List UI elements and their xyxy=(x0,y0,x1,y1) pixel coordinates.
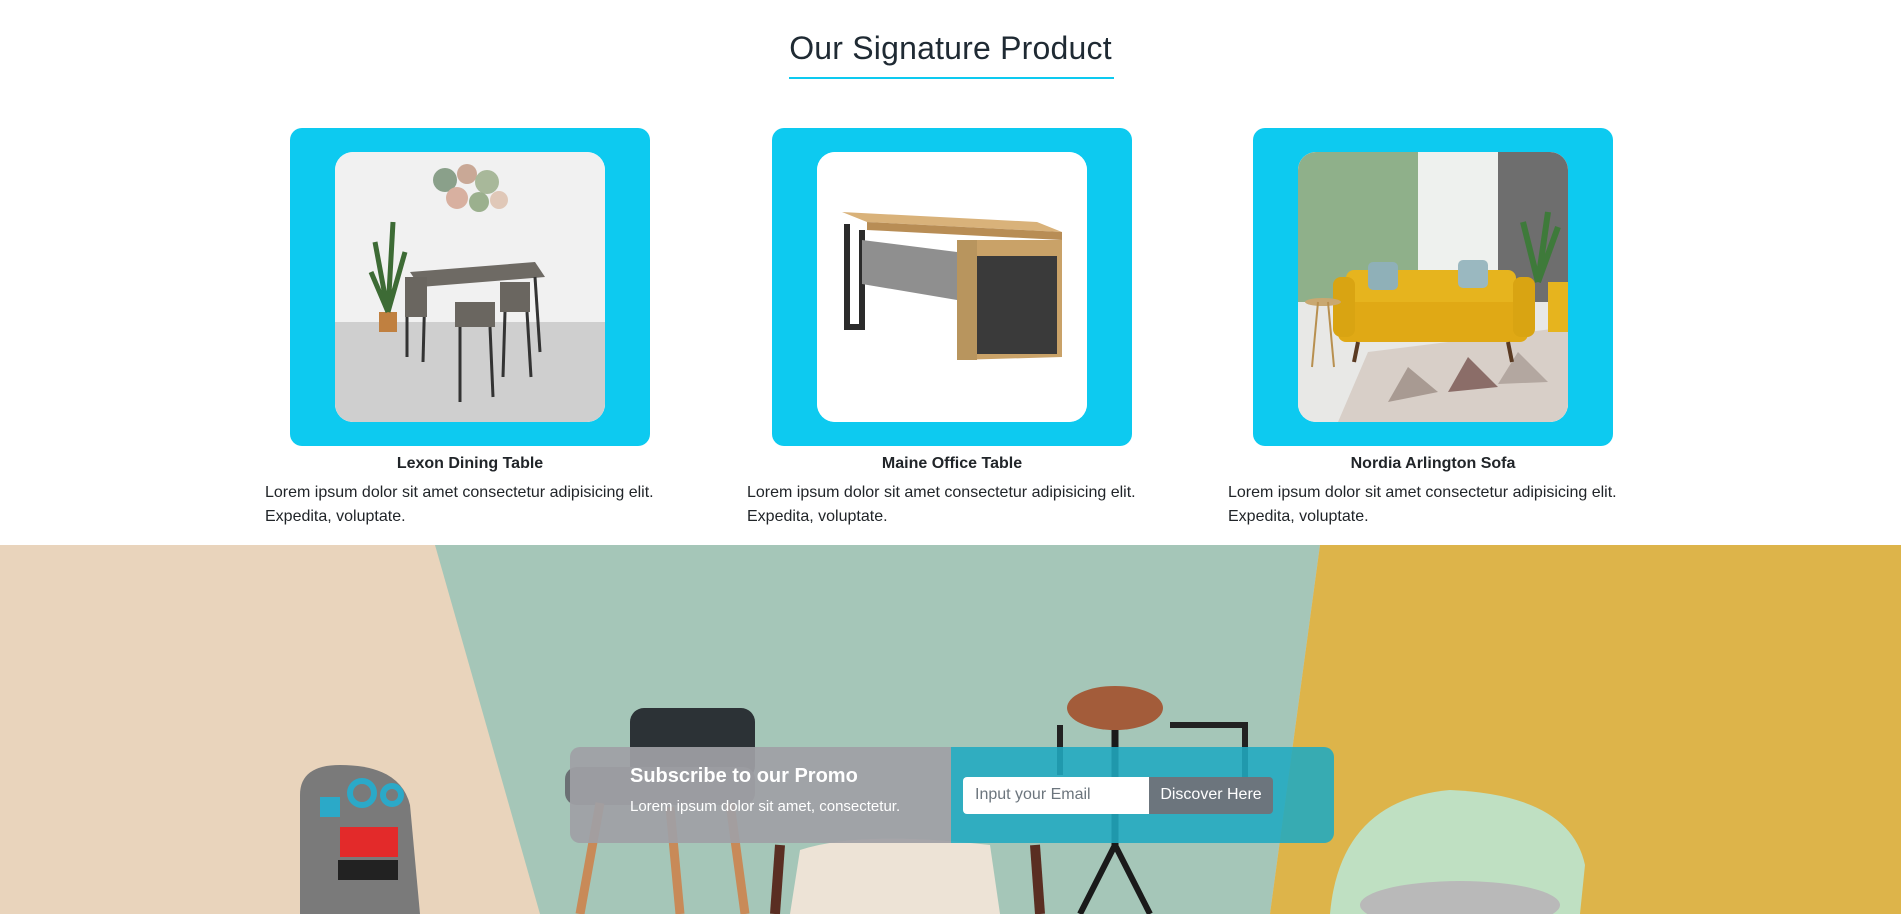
product-description: Lorem ipsum dolor sit amet consectetur a… xyxy=(265,484,654,525)
product-name: Maine Office Table xyxy=(881,455,1023,472)
chairs-background-image xyxy=(0,545,1901,914)
yellow-sofa-photo[interactable] xyxy=(1298,152,1568,422)
promo-title: Subscribe to our Promo xyxy=(630,765,858,787)
dining-table-photo[interactable] xyxy=(335,152,605,422)
title-underline xyxy=(789,77,1114,79)
office-desk-photo[interactable] xyxy=(817,152,1087,422)
product-name: Nordia Arlington Sofa xyxy=(1350,455,1516,472)
discover-button[interactable]: Discover Here xyxy=(1149,776,1273,814)
product-name: Lexon Dining Table xyxy=(396,455,544,472)
promo-banner xyxy=(0,545,1901,914)
promo-subtitle: Lorem ipsum dolor sit amet, consectetur. xyxy=(630,798,901,815)
promo-text-panel: Subscribe to our Promo Lorem ipsum dolor… xyxy=(570,747,951,843)
signature-products-section: Our Signature Product Lexon Dining Table… xyxy=(0,0,1901,545)
promo-subscribe-box: Subscribe to our Promo Lorem ipsum dolor… xyxy=(570,747,1334,843)
email-input[interactable] xyxy=(963,776,1149,814)
product-description: Lorem ipsum dolor sit amet consectetur a… xyxy=(747,484,1136,525)
section-title: Our Signature Product xyxy=(789,30,1112,66)
product-description: Lorem ipsum dolor sit amet consectetur a… xyxy=(1228,484,1617,525)
promo-form-panel: Discover Here xyxy=(951,747,1334,843)
